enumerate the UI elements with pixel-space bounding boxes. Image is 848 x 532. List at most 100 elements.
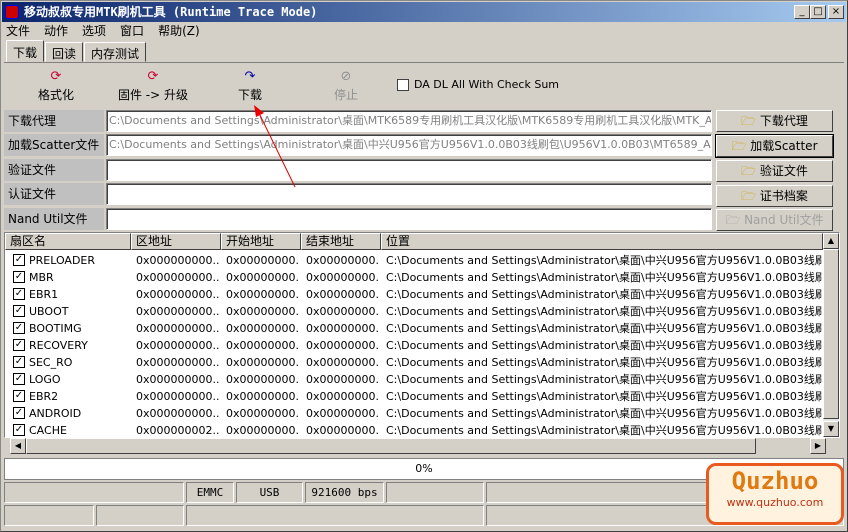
row-checkbox[interactable]: ✓ <box>13 271 25 283</box>
cert-browse-button[interactable]: 🗁 证书档案 <box>716 185 833 207</box>
start-address: 0x00000000... <box>226 305 300 318</box>
tab-bar: 下载 回读 内存测试 <box>6 40 147 62</box>
close-button[interactable]: × <box>828 5 844 19</box>
title-bar: 移动叔叔专用MTK刷机工具 (Runtime Trace Mode) <box>2 2 846 22</box>
maximize-button[interactable]: □ <box>810 5 826 19</box>
scroll-right-button[interactable]: ▶ <box>810 438 826 454</box>
checksum-label: DA DL All With Check Sum <box>414 78 560 91</box>
scroll-up-button[interactable]: ▲ <box>823 233 839 249</box>
hscroll-thumb[interactable] <box>26 438 756 454</box>
watermark-url: www.quzhuo.com <box>726 496 824 509</box>
row-checkbox[interactable]: ✓ <box>13 373 25 385</box>
watermark-logo: Quzhuo www.quzhuo.com <box>706 463 844 525</box>
status-baud: 921600 bps <box>305 482 384 503</box>
region-address: 0x000000002... <box>136 424 220 437</box>
minimize-button[interactable]: _ <box>794 5 810 19</box>
firmware-upgrade-button[interactable]: ⟳ 固件 -> 升级 <box>112 70 194 103</box>
verify-browse-button[interactable]: 🗁 验证文件 <box>716 160 833 182</box>
da-path-input[interactable]: C:\Documents and Settings\Administrator\… <box>106 110 712 132</box>
row-checkbox[interactable]: ✓ <box>13 288 25 300</box>
status-cell <box>96 505 184 526</box>
file-location: C:\Documents and Settings\Administrator\… <box>386 322 822 335</box>
nand-util-label: Nand Util文件 <box>4 208 104 230</box>
region-address: 0x000000000... <box>136 305 220 318</box>
menu-file[interactable]: 文件 <box>6 22 30 40</box>
file-location: C:\Documents and Settings\Administrator\… <box>386 254 822 267</box>
scatter-path-input[interactable]: C:\Documents and Settings\Administrator\… <box>106 134 712 156</box>
region-address: 0x000000000... <box>136 356 220 369</box>
start-address: 0x00000000... <box>226 356 300 369</box>
nand-util-path-input[interactable] <box>106 208 712 230</box>
scatter-browse-button[interactable]: 🗁 加载Scatter <box>715 134 834 158</box>
table-row[interactable]: ✓ SEC_RO 0x000000000... 0x00000000... 0x… <box>5 354 823 371</box>
col-end-header[interactable]: 结束地址 <box>301 233 381 250</box>
row-checkbox[interactable]: ✓ <box>13 407 25 419</box>
tab-memory-test[interactable]: 内存测试 <box>84 42 147 62</box>
region-address: 0x000000000... <box>136 322 220 335</box>
download-button[interactable]: ↷ 下载 <box>230 70 270 103</box>
status-cell <box>186 505 484 526</box>
format-button[interactable]: ⟳ 格式化 <box>30 70 82 103</box>
row-checkbox[interactable]: ✓ <box>13 322 25 334</box>
checksum-checkbox[interactable] <box>397 79 409 91</box>
end-address: 0x00000000... <box>306 407 380 420</box>
da-label: 下载代理 <box>4 110 104 132</box>
stop-button[interactable]: ⊘ 停止 <box>326 70 366 103</box>
partition-name: MBR <box>29 271 54 284</box>
table-row[interactable]: ✓ EBR1 0x000000000... 0x00000000... 0x00… <box>5 286 823 303</box>
row-checkbox[interactable]: ✓ <box>13 424 25 436</box>
cert-browse-label: 证书档案 <box>759 189 808 203</box>
end-address: 0x00000000... <box>306 322 380 335</box>
menu-action[interactable]: 动作 <box>44 22 68 40</box>
start-address: 0x00000000... <box>226 373 300 386</box>
table-row[interactable]: ✓ MBR 0x000000000... 0x00000000... 0x000… <box>5 269 823 286</box>
scroll-left-button[interactable]: ◀ <box>10 438 26 454</box>
table-row[interactable]: ✓ ANDROID 0x000000000... 0x00000000... 0… <box>5 405 823 422</box>
file-location: C:\Documents and Settings\Administrator\… <box>386 271 822 284</box>
nand-util-browse-label: Nand Util文件 <box>744 213 824 227</box>
row-checkbox[interactable]: ✓ <box>13 305 25 317</box>
status-port: USB <box>236 482 303 503</box>
vertical-scrollbar[interactable]: ▲ ▼ <box>823 233 839 437</box>
row-checkbox[interactable]: ✓ <box>13 339 25 351</box>
nand-util-browse-button[interactable]: 🗁 Nand Util文件 <box>716 209 833 231</box>
download-icon: ↷ <box>244 69 256 84</box>
horizontal-scrollbar[interactable]: ◀ ▶ <box>4 438 826 455</box>
menu-window[interactable]: 窗口 <box>120 22 144 40</box>
region-address: 0x000000000... <box>136 288 220 301</box>
table-row[interactable]: ✓ BOOTIMG 0x000000000... 0x00000000... 0… <box>5 320 823 337</box>
folder-icon: 🗁 <box>741 189 760 203</box>
end-address: 0x00000000... <box>306 373 380 386</box>
table-row[interactable]: ✓ UBOOT 0x000000000... 0x00000000... 0x0… <box>5 303 823 320</box>
row-checkbox[interactable]: ✓ <box>13 390 25 402</box>
da-browse-label: 下载代理 <box>759 114 808 128</box>
upgrade-label: 固件 -> 升级 <box>117 88 188 102</box>
col-location-header[interactable]: 位置 <box>381 233 823 250</box>
scroll-down-button[interactable]: ▼ <box>823 421 839 437</box>
auth-path-input[interactable] <box>106 183 712 205</box>
tab-download[interactable]: 下载 <box>6 40 45 62</box>
col-region-header[interactable]: 区地址 <box>131 233 221 250</box>
row-checkbox[interactable]: ✓ <box>13 356 25 368</box>
table-row[interactable]: ✓ PRELOADER 0x000000000... 0x00000000...… <box>5 252 823 269</box>
tab-readback[interactable]: 回读 <box>45 42 84 62</box>
da-browse-button[interactable]: 🗁 下载代理 <box>716 110 833 132</box>
file-location: C:\Documents and Settings\Administrator\… <box>386 424 822 437</box>
start-address: 0x00000000... <box>226 271 300 284</box>
col-name-header[interactable]: 扇区名 <box>5 233 131 250</box>
end-address: 0x00000000... <box>306 271 380 284</box>
auth-label: 认证文件 <box>4 183 104 205</box>
table-row[interactable]: ✓ RECOVERY 0x000000000... 0x00000000... … <box>5 337 823 354</box>
scroll-thumb[interactable] <box>823 249 839 419</box>
upgrade-icon: ⟳ <box>147 69 159 84</box>
partition-name: LOGO <box>29 373 61 386</box>
table-row[interactable]: ✓ EBR2 0x000000000... 0x00000000... 0x00… <box>5 388 823 405</box>
table-row[interactable]: ✓ CACHE 0x000000002... 0x00000000... 0x0… <box>5 422 823 437</box>
menu-help[interactable]: 帮助(Z) <box>158 22 200 40</box>
row-checkbox[interactable]: ✓ <box>13 254 25 266</box>
menu-options[interactable]: 选项 <box>82 22 106 40</box>
table-row[interactable]: ✓ LOGO 0x000000000... 0x00000000... 0x00… <box>5 371 823 388</box>
folder-icon: 🗁 <box>741 114 760 128</box>
col-start-header[interactable]: 开始地址 <box>221 233 301 250</box>
verify-path-input[interactable] <box>106 159 712 181</box>
